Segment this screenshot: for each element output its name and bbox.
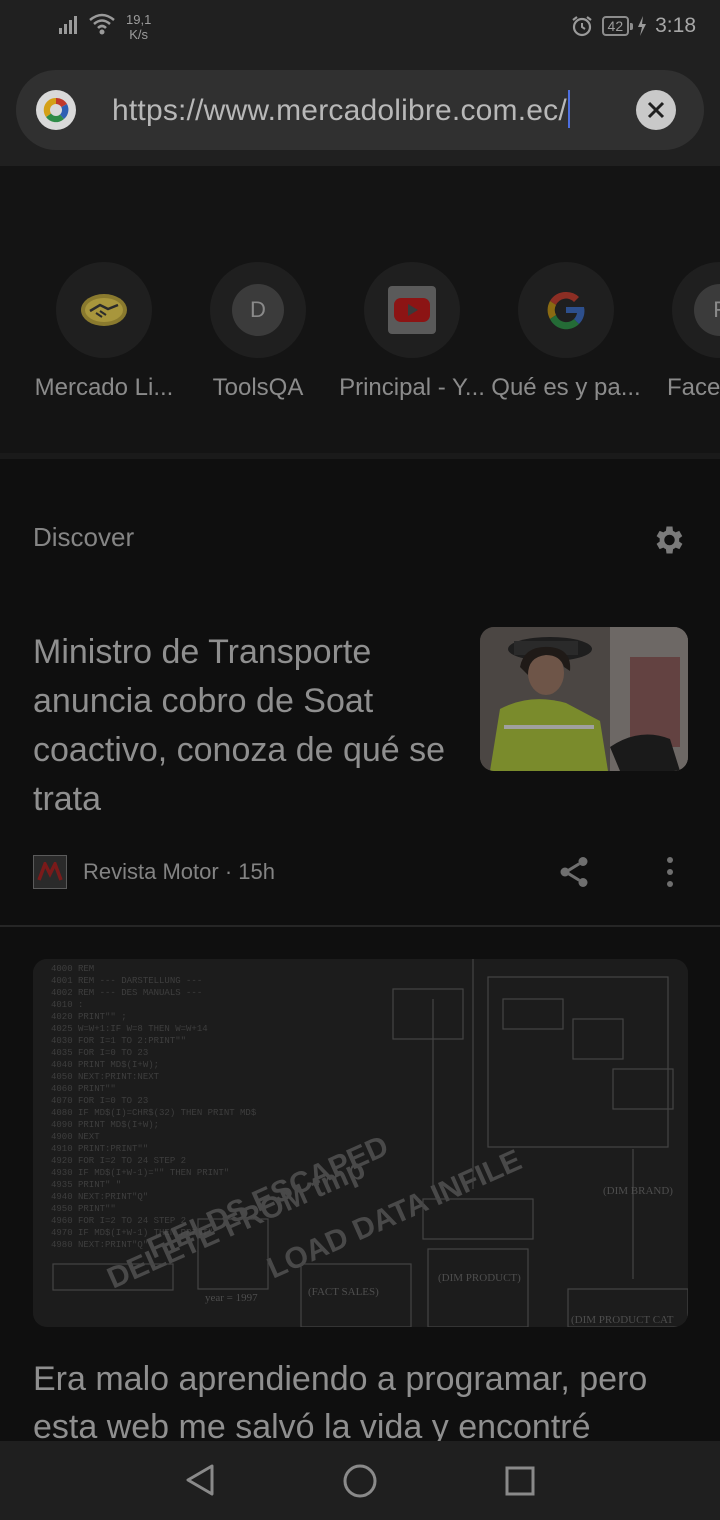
svg-text:4010 :: 4010 : (51, 1000, 83, 1010)
card-divider (0, 925, 720, 927)
shortcut-icon-circle: D (210, 262, 306, 358)
svg-text:4980 NEXT:PRINT"Q": 4980 NEXT:PRINT"Q" (51, 1240, 148, 1250)
signal-icon (59, 16, 77, 34)
svg-text:(DIM PRODUCT): (DIM PRODUCT) (438, 1272, 521, 1284)
svg-text:4020 PRINT"" ;: 4020 PRINT"" ; (51, 1012, 127, 1022)
article-thumbnail[interactable] (480, 627, 688, 771)
svg-text:(DIM PRODUCT CAT: (DIM PRODUCT CAT (571, 1314, 674, 1326)
svg-text:4090 PRINT MD$(I+W);: 4090 PRINT MD$(I+W); (51, 1120, 159, 1130)
svg-text:4060 PRINT"": 4060 PRINT"" (51, 1084, 116, 1094)
share-icon[interactable] (556, 854, 592, 890)
network-speed-value: 19,1 (126, 12, 152, 27)
close-icon (647, 101, 665, 119)
home-icon[interactable] (342, 1463, 378, 1499)
shortcut-label: Qué es y pa... (491, 374, 641, 401)
article-hero-image[interactable]: 4000 REM 4001 REM --- DARSTELLUNG --- 40… (33, 959, 688, 1327)
shortcut-toolsqa[interactable]: D ToolsQA (183, 262, 333, 402)
letter-avatar: D (232, 284, 284, 336)
svg-text:4030 FOR I=1 TO 2:PRINT"": 4030 FOR I=1 TO 2:PRINT"" (51, 1036, 186, 1046)
wifi-icon (89, 13, 115, 35)
svg-text:4950 PRINT"": 4950 PRINT"" (51, 1204, 116, 1214)
shortcut-google[interactable]: Qué es y pa... (491, 262, 641, 402)
article-source: Revista Motor · 15h (83, 859, 275, 884)
shortcut-mercado-libre[interactable]: Mercado Li... (29, 262, 179, 402)
svg-text:4070 FOR I=0 TO 23: 4070 FOR I=0 TO 23 (51, 1096, 148, 1106)
url-input[interactable]: https://www.mercadolibre.com.ec/ (112, 90, 570, 131)
google-icon (547, 291, 585, 330)
svg-text:4940 NEXT:PRINT"Q": 4940 NEXT:PRINT"Q" (51, 1192, 148, 1202)
svg-text:(FACT SALES): (FACT SALES) (308, 1286, 379, 1298)
clear-url-button[interactable] (636, 90, 676, 130)
shortcut-icon-circle (518, 262, 614, 358)
toolbar: https://www.mercadolibre.com.ec/ (0, 56, 720, 166)
svg-text:4935 PRINT" ": 4935 PRINT" " (51, 1180, 121, 1190)
police-officer-photo (480, 627, 688, 771)
omnibox[interactable]: https://www.mercadolibre.com.ec/ (16, 70, 704, 150)
svg-text:4035 FOR I=0 TO 23: 4035 FOR I=0 TO 23 (51, 1048, 148, 1058)
svg-text:year = 1997: year = 1997 (205, 1292, 258, 1304)
svg-text:4050 NEXT:PRINT:NEXT: 4050 NEXT:PRINT:NEXT (51, 1072, 160, 1082)
system-navigation-bar (0, 1441, 720, 1520)
status-bar: 19,1 K/s 42 3:18 (0, 0, 720, 56)
svg-text:4001 REM --- DARSTELLUNG ---: 4001 REM --- DARSTELLUNG --- (51, 976, 202, 986)
svg-text:4025 W=W+1:IF W=8 THEN W=W+14: 4025 W=W+1:IF W=8 THEN W=W+14 (51, 1024, 208, 1034)
shortcut-label: Principal - Y... (339, 374, 485, 401)
svg-text:4000 REM: 4000 REM (51, 964, 94, 974)
alarm-icon (571, 16, 592, 37)
recents-icon[interactable] (504, 1465, 536, 1497)
text-caret (567, 90, 570, 128)
svg-text:4930 IF MD$(I+W-1)="" THEN PRI: 4930 IF MD$(I+W-1)="" THEN PRINT" (51, 1168, 229, 1178)
battery-indicator: 42 (601, 16, 633, 36)
svg-text:4920 FOR I=2 TO 24 STEP 2: 4920 FOR I=2 TO 24 STEP 2 (51, 1156, 186, 1166)
shortcut-icon-circle (56, 262, 152, 358)
svg-text:4910 PRINT:PRINT"": 4910 PRINT:PRINT"" (51, 1144, 148, 1154)
shortcut-label: ToolsQA (212, 374, 304, 401)
svg-text:4080 IF MD$(I)=CHR$(32) THEN P: 4080 IF MD$(I)=CHR$(32) THEN PRINT MD$ (51, 1108, 257, 1118)
article-title[interactable]: Ministro de Transporte anuncia cobro de … (33, 628, 453, 824)
article-title[interactable]: Era malo aprendiendo a programar, pero e… (33, 1355, 693, 1451)
shortcut-icon-circle: F (672, 262, 720, 358)
shortcut-facebook[interactable]: F Face (645, 262, 720, 402)
shortcut-icon-circle (364, 262, 460, 358)
svg-text:4002 REM --- DES MANUALS ---: 4002 REM --- DES MANUALS --- (51, 988, 202, 998)
status-left: 19,1 K/s (58, 12, 151, 42)
url-text: https://www.mercadolibre.com.ec/ (112, 94, 567, 127)
shortcut-label: Mercado Li... (34, 374, 174, 401)
svg-text:(DIM BRAND): (DIM BRAND) (603, 1185, 673, 1197)
network-speed-unit: K/s (129, 27, 149, 42)
shortcut-label: Face (667, 374, 720, 401)
svg-text:4900 NEXT: 4900 NEXT (51, 1132, 100, 1142)
handshake-icon (81, 294, 127, 326)
google-g-icon (36, 90, 76, 130)
gear-icon[interactable] (650, 522, 686, 558)
network-speed: 19,1 K/s (126, 12, 151, 42)
status-right: 42 3:18 (570, 14, 696, 38)
more-options-icon[interactable] (660, 854, 680, 890)
clock: 3:18 (655, 14, 696, 37)
discover-title: Discover (33, 522, 135, 552)
letter-avatar: F (694, 284, 720, 336)
youtube-icon (388, 286, 436, 334)
section-divider (0, 453, 720, 459)
shortcut-youtube[interactable]: Principal - Y... (337, 262, 487, 402)
most-visited-tiles: Mercado Li... D ToolsQA Principal - Y...… (0, 166, 720, 453)
back-icon[interactable] (184, 1463, 216, 1497)
charging-icon (638, 16, 647, 36)
article-source-row: Revista Motor · 15h (33, 854, 275, 890)
code-collage-image: 4000 REM 4001 REM --- DARSTELLUNG --- 40… (33, 959, 688, 1327)
svg-text:4040 PRINT MD$(I+W);: 4040 PRINT MD$(I+W); (51, 1060, 159, 1070)
revista-motor-logo-icon (33, 855, 67, 889)
